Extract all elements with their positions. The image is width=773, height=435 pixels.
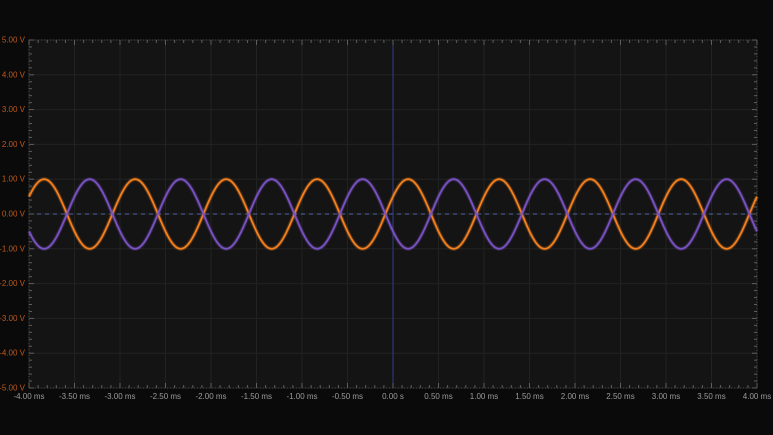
x-tick-label: 1.50 ms (515, 392, 543, 401)
x-tick-label: -2.00 ms (195, 392, 226, 401)
y-tick-label: -3.00 V (0, 314, 26, 323)
x-tick-label: 0.00 s (382, 392, 404, 401)
x-tick-label: -4.00 ms (13, 392, 44, 401)
scope-plot: 5.00 V 4.00 V 3.00 V 2.00 V 1.00 V 0.00 V -1.0… (0, 0, 773, 435)
x-tick-label: -3.50 ms (59, 392, 90, 401)
y-tick-label: -2.00 V (0, 279, 26, 288)
y-axis-labels: 5.00 V 4.00 V 3.00 V 2.00 V 1.00 V 0.00 V -1.0… (0, 36, 26, 393)
y-tick-label: 1.00 V (2, 175, 26, 184)
x-tick-label: -1.00 ms (286, 392, 317, 401)
x-axis-labels: -4.00 ms -3.50 ms -3.00 ms -2.50 ms -2.00 ms… (13, 392, 771, 401)
y-tick-label: 2.00 V (2, 140, 26, 149)
y-tick-label: -1.00 V (0, 244, 26, 253)
x-tick-label: 1.00 ms (470, 392, 498, 401)
y-tick-label: -4.00 V (0, 349, 26, 358)
x-tick-label: 4.00 ms (743, 392, 771, 401)
x-tick-label: -0.50 ms (332, 392, 363, 401)
x-tick-label: 3.00 ms (652, 392, 680, 401)
y-tick-label: 4.00 V (2, 70, 26, 79)
x-tick-label: 0.50 ms (424, 392, 452, 401)
x-tick-label: 2.00 ms (561, 392, 589, 401)
x-tick-label: 3.50 ms (697, 392, 725, 401)
x-tick-label: -1.50 ms (241, 392, 272, 401)
x-tick-label: -2.50 ms (150, 392, 181, 401)
y-tick-label: 5.00 V (2, 36, 26, 45)
y-tick-label: 0.00 V (2, 210, 26, 219)
oscilloscope-screen: 5.00 V 4.00 V 3.00 V 2.00 V 1.00 V 0.00 V -1.0… (0, 0, 773, 435)
x-tick-label: 2.50 ms (606, 392, 634, 401)
y-tick-label: 3.00 V (2, 105, 26, 114)
x-tick-label: -3.00 ms (104, 392, 135, 401)
